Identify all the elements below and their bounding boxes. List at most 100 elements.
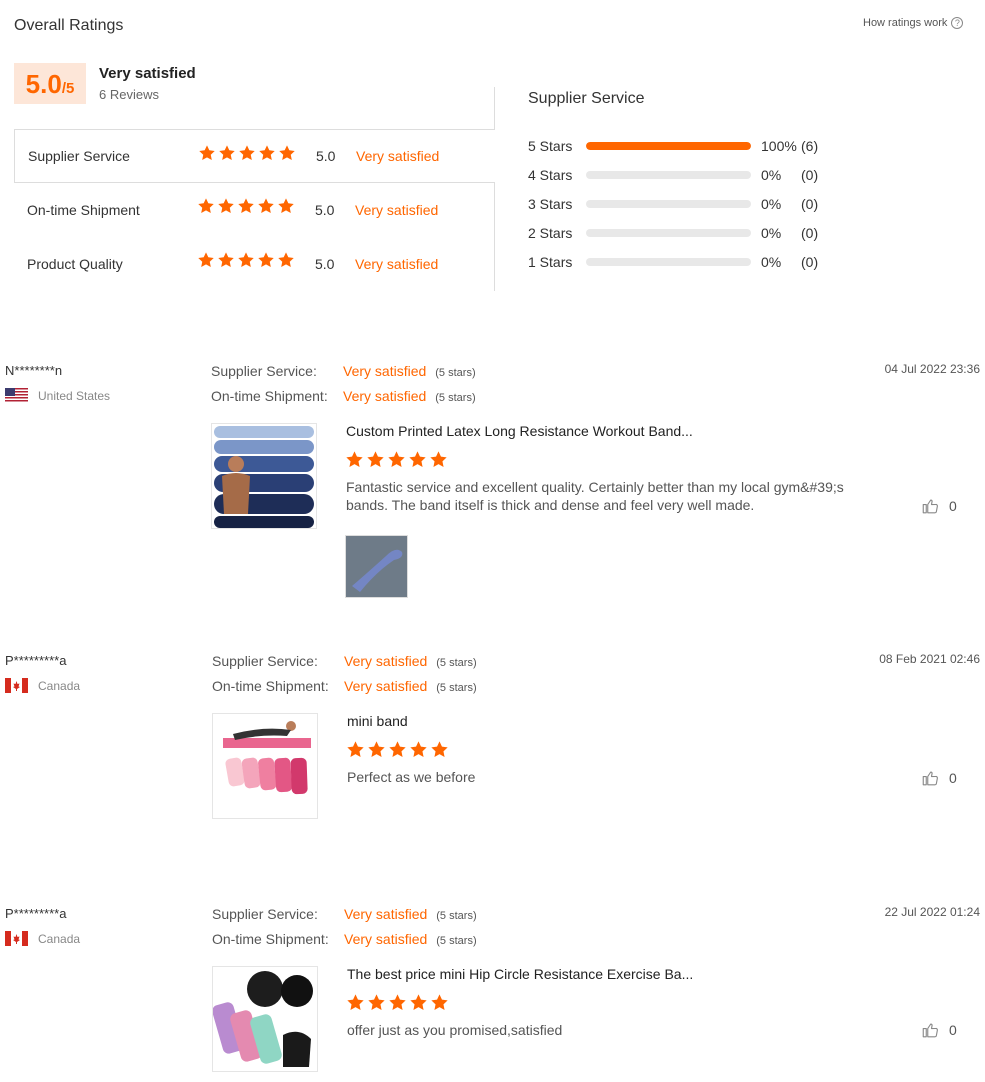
- like-button[interactable]: 0: [921, 1021, 957, 1039]
- shipment-value: Very satisfied: [343, 388, 427, 404]
- thumbs-up-icon: [922, 771, 938, 786]
- product-title-link[interactable]: The best price mini Hip Circle Resistanc…: [347, 966, 693, 982]
- star-icon: [257, 197, 275, 215]
- supplier-service-stars: (5 stars): [436, 657, 477, 669]
- metric-value: 5.0: [315, 256, 335, 272]
- reviewer-name: N********n: [5, 363, 63, 378]
- star-icon: [429, 450, 448, 469]
- overall-score: 5.0: [25, 69, 62, 99]
- supplier-service-rating: Supplier Service: Very satisfied (5 star…: [212, 653, 477, 669]
- reviewer-country: Canada: [5, 678, 80, 693]
- metric-name: Product Quality: [27, 256, 123, 272]
- distribution-bar-fill: [586, 142, 751, 150]
- distribution-label: 2 Stars: [528, 225, 573, 241]
- metric-product-quality[interactable]: Product Quality 5.0 Very satisfied: [14, 237, 495, 291]
- overall-score-badge: 5.0 /5: [14, 63, 86, 104]
- review-date: 08 Feb 2021 02:46: [879, 652, 980, 666]
- reviewer-country: United States: [5, 388, 110, 403]
- distribution-percent: 0%: [761, 225, 782, 241]
- overall-score-suffix: /5: [61, 80, 75, 97]
- distribution-title: Supplier Service: [528, 90, 645, 107]
- metric-stars: [197, 251, 295, 269]
- distribution-percent: 0%: [761, 167, 782, 183]
- supplier-service-value: Very satisfied: [344, 906, 428, 922]
- shipment-stars: (5 stars): [435, 392, 476, 404]
- distribution-count: (0): [801, 225, 819, 241]
- star-icon: [257, 251, 275, 269]
- divider: [494, 87, 495, 130]
- like-button[interactable]: 0: [921, 769, 957, 787]
- country-name: United States: [38, 388, 111, 403]
- distribution-count: (0): [801, 254, 819, 270]
- distribution-percent: 0%: [761, 254, 782, 270]
- review-stars: [346, 740, 449, 759]
- shipment-stars: (5 stars): [436, 935, 477, 947]
- product-title-link[interactable]: mini band: [347, 713, 408, 729]
- distribution-row[interactable]: 5 Stars 100% (6): [528, 137, 831, 155]
- country-name: Canada: [38, 931, 81, 946]
- distribution-bar: [586, 142, 751, 150]
- supplier-service-rating: Supplier Service: Very satisfied (5 star…: [211, 363, 476, 379]
- star-icon: [409, 740, 428, 759]
- like-button[interactable]: 0: [921, 497, 957, 515]
- distribution-row[interactable]: 3 Stars 0% (0): [528, 195, 831, 213]
- ratings-title: Overall Ratings: [14, 17, 124, 34]
- product-image[interactable]: [212, 713, 318, 819]
- star-icon: [346, 740, 365, 759]
- distribution-bar: [586, 229, 751, 237]
- star-icon: [218, 144, 236, 162]
- supplier-service-label: Supplier Service:: [212, 906, 318, 922]
- star-icon: [197, 197, 215, 215]
- shipment-value: Very satisfied: [344, 678, 428, 694]
- distribution-label: 5 Stars: [528, 138, 573, 154]
- like-count: 0: [949, 498, 957, 514]
- product-image[interactable]: [211, 423, 317, 529]
- thumbs-up-icon: [922, 1023, 938, 1038]
- star-icon: [366, 450, 385, 469]
- star-icon: [277, 251, 295, 269]
- star-icon: [430, 993, 449, 1012]
- metric-text: Very satisfied: [355, 256, 439, 272]
- shipment-stars: (5 stars): [436, 682, 477, 694]
- distribution-row[interactable]: 2 Stars 0% (0): [528, 224, 831, 242]
- star-icon: [345, 450, 364, 469]
- us-flag-icon: [5, 388, 28, 403]
- star-icon: [387, 450, 406, 469]
- star-icon: [388, 740, 407, 759]
- star-icon: [197, 251, 215, 269]
- shipment-rating: On-time Shipment: Very satisfied (5 star…: [211, 388, 476, 404]
- metric-stars: [197, 197, 295, 215]
- product-image[interactable]: [212, 966, 318, 1072]
- star-icon: [237, 251, 255, 269]
- reviewer-name: P*********a: [5, 906, 67, 921]
- band-photo: [346, 536, 407, 597]
- distribution-bar: [586, 258, 751, 266]
- distribution-percent: 100%: [761, 138, 797, 154]
- product-title-link[interactable]: Custom Printed Latex Long Resistance Wor…: [346, 423, 693, 439]
- shipment-label: On-time Shipment:: [211, 388, 328, 404]
- how-ratings-work-link[interactable]: How ratings work ?: [863, 17, 964, 29]
- star-icon: [258, 144, 276, 162]
- distribution-row[interactable]: 1 Stars 0% (0): [528, 253, 831, 271]
- help-icon: ?: [951, 17, 964, 29]
- shipment-rating: On-time Shipment: Very satisfied (5 star…: [212, 931, 477, 947]
- distribution-row[interactable]: 4 Stars 0% (0): [528, 166, 831, 184]
- resistance-band-photo: [212, 424, 316, 528]
- like-count: 0: [949, 1022, 957, 1038]
- reviewer-name: P*********a: [5, 653, 67, 668]
- metric-on-time-shipment[interactable]: On-time Shipment 5.0 Very satisfied: [14, 183, 495, 237]
- supplier-service-stars: (5 stars): [436, 910, 477, 922]
- shipment-value: Very satisfied: [344, 931, 428, 947]
- canada-flag-icon: [5, 678, 28, 693]
- distribution-label: 4 Stars: [528, 167, 573, 183]
- metric-supplier-service[interactable]: Supplier Service 5.0 Very satisfied: [14, 129, 495, 183]
- star-icon: [367, 740, 386, 759]
- metric-value: 5.0: [316, 148, 336, 164]
- metric-text: Very satisfied: [355, 202, 439, 218]
- distribution-count: (0): [801, 167, 819, 183]
- canada-flag-icon: [5, 931, 28, 946]
- overall-label: Very satisfied: [99, 65, 196, 82]
- review-text: offer just as you promised,satisfied: [347, 1022, 563, 1038]
- review-photo-thumbnail[interactable]: [345, 535, 408, 598]
- how-ratings-work-label: How ratings work: [863, 17, 948, 29]
